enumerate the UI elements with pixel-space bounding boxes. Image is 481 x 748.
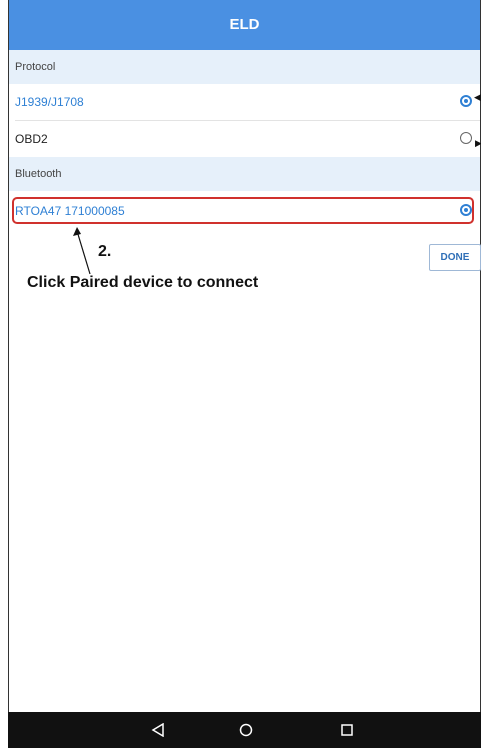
app-frame: ELD Protocol J1939/J1708 OBD2 Bluetooth … [8,0,481,748]
protocol-option-label: J1939/J1708 [15,95,84,109]
app-bar: ELD [9,0,480,50]
system-nav-bar [8,712,481,748]
protocol-option-j1939[interactable]: J1939/J1708 [9,84,480,120]
recents-square-icon [341,724,353,736]
protocol-section-header: Protocol [9,50,480,84]
cropped-arrow-icon: ▶ [475,138,481,148]
back-button[interactable] [138,712,178,748]
radio-unselected-icon[interactable] [460,132,472,144]
bluetooth-section-header: Bluetooth [9,157,480,191]
home-button[interactable] [226,712,266,748]
protocol-option-label: OBD2 [15,132,48,146]
page-title: ELD [229,16,260,33]
radio-selected-icon[interactable] [460,95,472,107]
recents-button[interactable] [327,712,367,748]
bluetooth-header-label: Bluetooth [15,168,62,180]
annotation-step-number: 2. [98,243,112,260]
annotation-caption: Click Paired device to connect [27,274,259,291]
protocol-option-obd2[interactable]: OBD2 [9,121,480,157]
done-button[interactable]: DONE [429,244,481,271]
cropped-arrow-icon: ◀ [474,92,481,102]
home-circle-icon [239,723,253,737]
protocol-header-label: Protocol [15,61,56,73]
annotation-arrow-icon [73,227,91,275]
back-triangle-icon [151,723,164,737]
annotation-highlight-box [12,197,474,224]
